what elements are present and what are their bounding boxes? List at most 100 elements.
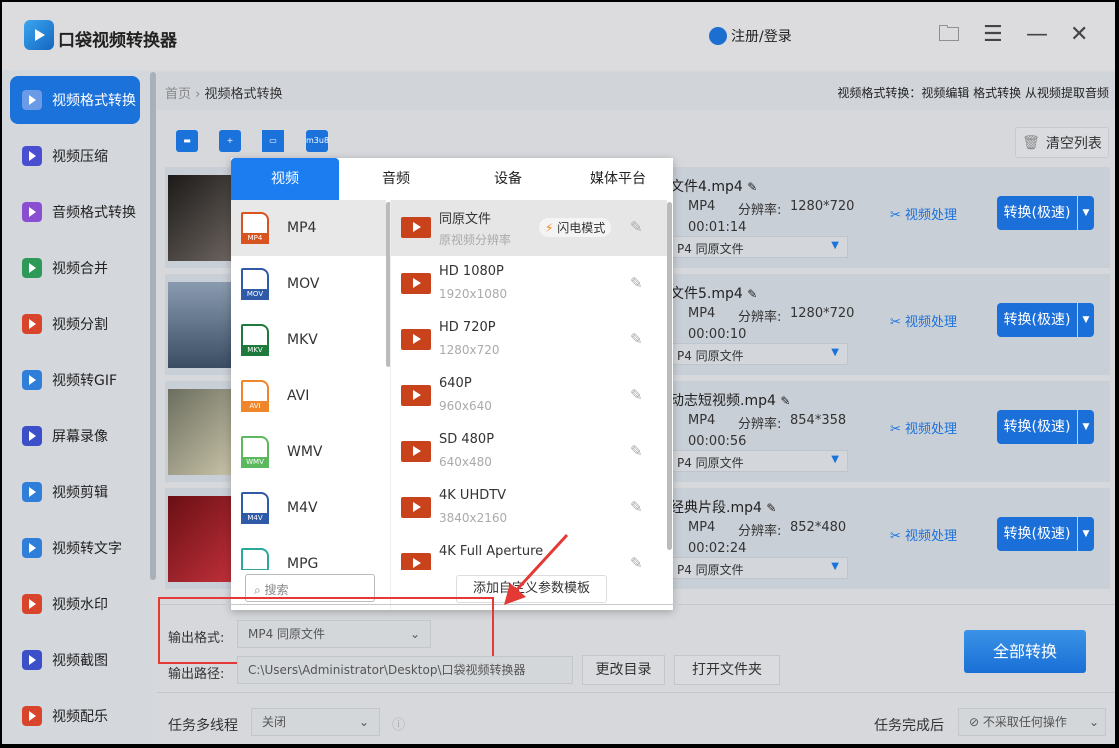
- sidebar-item-watermark[interactable]: 视频水印: [10, 580, 140, 628]
- edit-preset-icon[interactable]: ✎: [630, 330, 643, 348]
- sidebar-item-to-text[interactable]: 视频转文字: [10, 524, 140, 572]
- menu-icon[interactable]: ☰: [983, 22, 1003, 48]
- video-process-link[interactable]: ✂ 视频处理: [890, 204, 957, 223]
- after-task-select[interactable]: ⊘ 不采取任何操作 ⌄: [958, 708, 1106, 736]
- convert-dropdown-button[interactable]: ▼: [1078, 196, 1094, 230]
- sidebar-item-format-convert[interactable]: 视频格式转换: [10, 76, 140, 124]
- format-item-mkv[interactable]: MKV MKV: [231, 312, 386, 368]
- edit-preset-icon[interactable]: ✎: [630, 442, 643, 460]
- format-label: MKV: [287, 332, 318, 348]
- edit-preset-icon[interactable]: ✎: [630, 554, 643, 570]
- folder-icon[interactable]: 🗀: [938, 22, 960, 48]
- format-item-mpg[interactable]: MPG MPG: [231, 536, 386, 570]
- m3u8-icon[interactable]: m3u8: [306, 130, 329, 152]
- open-folder-button[interactable]: 打开文件夹: [674, 655, 780, 685]
- rename-pencil-icon[interactable]: ✎: [780, 394, 790, 408]
- close-icon[interactable]: ✕: [1070, 22, 1088, 48]
- mov-file-icon: MOV: [241, 268, 269, 300]
- convert-dropdown-button[interactable]: ▼: [1078, 303, 1094, 337]
- preset-item[interactable]: 640P 960x640 ✎: [391, 368, 667, 424]
- change-directory-button[interactable]: 更改目录: [582, 655, 665, 685]
- convert-all-button[interactable]: 全部转换: [964, 630, 1086, 673]
- convert-button[interactable]: 转换(极速): [997, 410, 1077, 444]
- video-process-link[interactable]: ✂ 视频处理: [890, 311, 957, 330]
- convert-dropdown-button[interactable]: ▼: [1078, 410, 1094, 444]
- edit-preset-icon[interactable]: ✎: [630, 274, 643, 292]
- login-button[interactable]: 注册/登录: [709, 26, 792, 46]
- highlight-box: [158, 597, 494, 664]
- rename-pencil-icon[interactable]: ✎: [766, 501, 776, 515]
- convert-button[interactable]: 转换(极速): [997, 303, 1077, 337]
- tab-audio[interactable]: 音频: [339, 158, 453, 200]
- file-output-select[interactable]: P4 同原文件 ▼: [670, 557, 848, 579]
- preset-resolution: 原视频分辨率: [439, 233, 512, 247]
- video-process-link[interactable]: ✂ 视频处理: [890, 525, 957, 544]
- sidebar-item-screenshot[interactable]: 视频截图: [10, 636, 140, 684]
- video-process-link[interactable]: ✂ 视频处理: [890, 418, 957, 437]
- file-format: MP4: [688, 520, 716, 535]
- file-output-select[interactable]: P4 同原文件 ▼: [670, 236, 848, 258]
- preset-item[interactable]: SD 480P 640x480 ✎: [391, 424, 667, 480]
- sidebar-item-record[interactable]: 屏幕录像: [10, 412, 140, 460]
- file-output-select[interactable]: P4 同原文件 ▼: [670, 343, 848, 365]
- sidebar-item-merge[interactable]: 视频合并: [10, 244, 140, 292]
- sidebar-item-gif[interactable]: 视频转GIF: [10, 356, 140, 404]
- info-icon[interactable]: ⓘ: [392, 714, 405, 733]
- wmv-file-icon: WMV: [241, 436, 269, 468]
- video-thumbnail[interactable]: [168, 389, 234, 475]
- sidebar-item-compress[interactable]: 视频压缩: [10, 132, 140, 180]
- add-folder-icon[interactable]: +: [219, 130, 241, 152]
- tab-video[interactable]: 视频: [231, 158, 339, 200]
- format-item-avi[interactable]: AVI AVI: [231, 368, 386, 424]
- edit-preset-icon[interactable]: ✎: [630, 218, 643, 236]
- video-thumbnail[interactable]: [168, 175, 234, 261]
- tab-device[interactable]: 设备: [453, 158, 563, 200]
- mp4-file-icon: MP4: [241, 212, 269, 244]
- sidebar-item-split[interactable]: 视频分割: [10, 300, 140, 348]
- preset-item[interactable]: HD 1080P 1920x1080 ✎: [391, 256, 667, 312]
- breadcrumb: 首页 › 视频格式转换 视频格式转换：视频编辑 格式转换 从视频提取音频: [157, 72, 1115, 110]
- red-arrow-annotation: [504, 533, 569, 605]
- format-label: MP4: [287, 220, 317, 236]
- output-path-input[interactable]: C:\Users\Administrator\Desktop\口袋视频转换器: [237, 656, 573, 684]
- sidebar-item-music[interactable]: 视频配乐: [10, 692, 140, 740]
- format-item-mov[interactable]: MOV MOV: [231, 256, 386, 312]
- flash-mode-badge: ⚡ 闪电模式: [539, 218, 612, 237]
- duration: 00:01:14: [688, 220, 747, 235]
- multithread-select[interactable]: 关闭 ⌄: [251, 708, 380, 736]
- import-device-icon[interactable]: ▭: [262, 130, 284, 152]
- edit-preset-icon[interactable]: ✎: [630, 498, 643, 516]
- music-icon: [22, 706, 42, 726]
- sidebar-item-edit[interactable]: 视频剪辑: [10, 468, 140, 516]
- clear-list-button[interactable]: 🗑 清空列表: [1015, 127, 1109, 158]
- video-thumbnail[interactable]: [168, 282, 234, 368]
- convert-button[interactable]: 转换(极速): [997, 196, 1077, 230]
- minimize-icon[interactable]: —: [1026, 22, 1048, 48]
- file-output-select[interactable]: P4 同原文件 ▼: [670, 450, 848, 472]
- convert-button[interactable]: 转换(极速): [997, 517, 1077, 551]
- add-file-icon[interactable]: ▬: [176, 130, 198, 152]
- convert-dropdown-button[interactable]: ▼: [1078, 517, 1094, 551]
- format-item-mp4[interactable]: MP4 MP4: [231, 200, 386, 256]
- edit-preset-icon[interactable]: ✎: [630, 386, 643, 404]
- breadcrumb-home[interactable]: 首页: [165, 87, 191, 102]
- tab-media-platform[interactable]: 媒体平台: [563, 158, 673, 200]
- preset-item[interactable]: 同原文件 原视频分辨率 ⚡ 闪电模式 ✎: [391, 200, 667, 256]
- format-item-m4v[interactable]: M4V M4V: [231, 480, 386, 536]
- video-thumbnail[interactable]: [168, 496, 234, 582]
- preset-item[interactable]: HD 720P 1280x720 ✎: [391, 312, 667, 368]
- rename-pencil-icon[interactable]: ✎: [747, 180, 757, 194]
- film-icon: [401, 385, 431, 406]
- film-icon: [401, 553, 431, 570]
- sidebar-item-audio-convert[interactable]: 音频格式转换: [10, 188, 140, 236]
- file-name: 文件4.mp4 ✎: [670, 179, 758, 195]
- sidebar-scrollbar[interactable]: [150, 72, 156, 580]
- resolution-label: 分辨率:: [738, 417, 782, 432]
- format-item-wmv[interactable]: WMV WMV: [231, 424, 386, 480]
- film-icon: [401, 441, 431, 462]
- rename-pencil-icon[interactable]: ✎: [747, 287, 757, 301]
- sidebar-item-label: 视频压缩: [52, 149, 108, 165]
- preset-list-scrollbar[interactable]: [667, 202, 672, 550]
- preset-name: 4K UHDTV: [439, 488, 507, 503]
- file-name: 文件5.mp4 ✎: [670, 286, 758, 302]
